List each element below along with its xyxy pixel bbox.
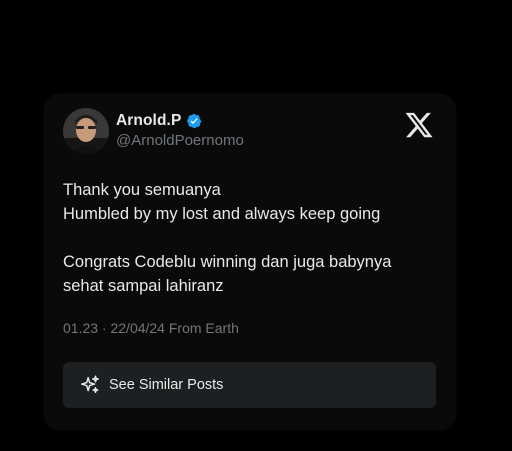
display-name[interactable]: Arnold.P: [116, 112, 181, 130]
avatar[interactable]: [63, 108, 109, 154]
see-similar-posts-button[interactable]: See Similar Posts: [63, 362, 436, 408]
post-card: Arnold.P @ArnoldPoernomo Thank you semua…: [44, 94, 456, 430]
see-similar-posts-label: See Similar Posts: [109, 377, 224, 393]
user-handle[interactable]: @ArnoldPoernomo: [116, 132, 244, 149]
x-logo-icon[interactable]: [404, 110, 434, 140]
post-text-line: Thank you semuanya: [63, 181, 221, 199]
post-text: Thank you semuanya Humbled by my lost an…: [63, 178, 433, 298]
sparkle-icon: [79, 374, 101, 396]
post-timestamp[interactable]: 01.23 · 22/04/24 From Earth: [63, 320, 239, 336]
post-text-line: sehat sampai lahiranz: [63, 277, 224, 295]
post-text-line: Humbled by my lost and always keep going: [63, 205, 381, 223]
author-row: Arnold.P: [116, 112, 202, 130]
verified-badge-icon: [186, 113, 202, 129]
post-text-line: Congrats Codeblu winning dan juga babyny…: [63, 253, 392, 271]
